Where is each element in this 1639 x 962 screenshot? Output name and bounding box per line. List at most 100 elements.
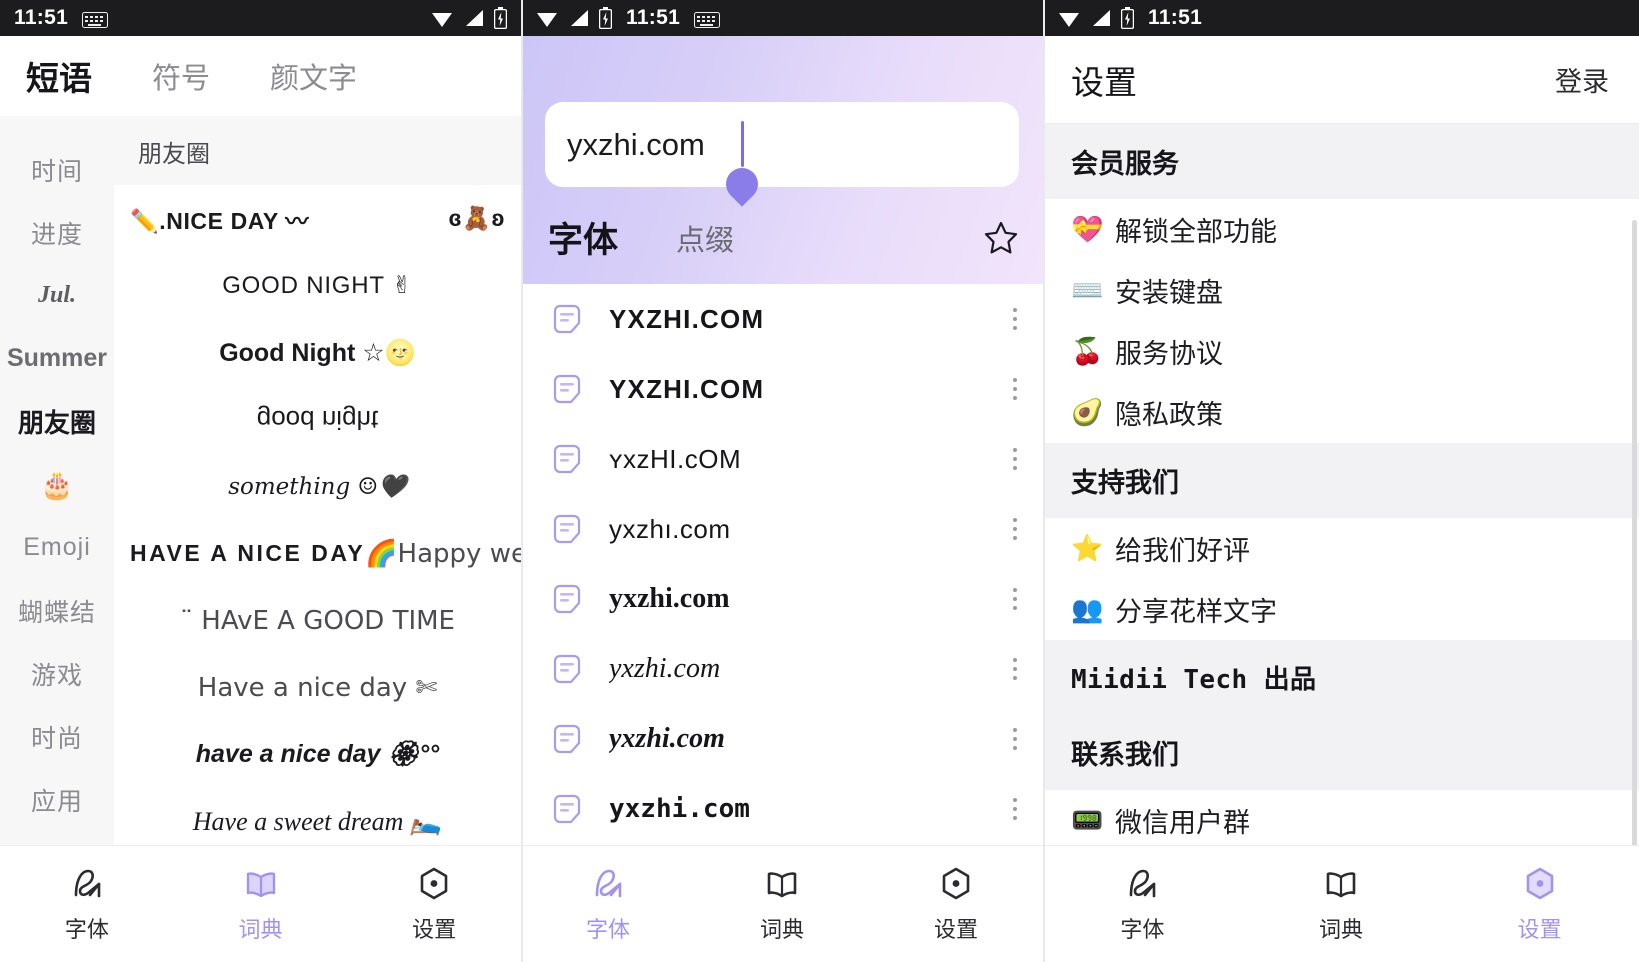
list-item[interactable]: YXZHI.COM bbox=[521, 354, 1043, 424]
settings-item-privacy[interactable]: 🥑 隐私政策 bbox=[1043, 382, 1639, 443]
list-item[interactable]: yxzhi.com bbox=[521, 774, 1043, 844]
sidebar-item-pengyouquan[interactable]: 朋友圈 bbox=[0, 390, 114, 453]
text-style-icon bbox=[551, 653, 583, 685]
phrase-list: ✏️.NICE DAY 〰 ɞ🧸ʚ GOOD NIGHT ✌ Good Nigh… bbox=[114, 185, 521, 845]
tab-duanyu[interactable]: 短语 bbox=[24, 50, 94, 102]
sidebar-item-yingyong[interactable]: 应用 bbox=[0, 768, 114, 831]
settings-item-rate-us[interactable]: ⭐ 给我们好评 bbox=[1043, 518, 1639, 579]
sidebar-item-cake-icon[interactable]: 🎂 bbox=[0, 453, 114, 516]
settings-group-support: 支持我们 bbox=[1043, 443, 1639, 518]
font-sample-text: YXZHI.COM bbox=[609, 304, 975, 335]
font-sample-text: yxzhı.com bbox=[609, 514, 975, 545]
nav-label: 词典 bbox=[239, 912, 283, 944]
settings-item-install-keyboard[interactable]: ⌨️ 安装键盘 bbox=[1043, 260, 1639, 321]
settings-item-terms[interactable]: 🍒 服务协议 bbox=[1043, 321, 1639, 382]
phrase-text: ✏️.NICE DAY 〰 bbox=[130, 202, 309, 236]
tab-yanwenzi[interactable]: 颜文字 bbox=[268, 53, 359, 99]
sidebar-item-hudiejie[interactable]: 蝴蝶结 bbox=[0, 579, 114, 642]
nav-item-dictionary[interactable]: 词典 bbox=[695, 865, 869, 944]
nav-item-fonts[interactable]: 字体 bbox=[0, 865, 174, 944]
status-bar-a: 11:51 bbox=[0, 0, 521, 36]
gear-hex-icon bbox=[937, 865, 975, 903]
list-item[interactable]: yxzhi.com bbox=[521, 564, 1043, 634]
nav-item-settings[interactable]: 设置 bbox=[1440, 865, 1639, 944]
list-item[interactable]: ¨ HAvE A GOOD TIME bbox=[114, 587, 521, 654]
list-item[interactable]: have a nice day 🏵°° bbox=[114, 721, 521, 788]
settings-item-unlock-all[interactable]: 💝 解锁全部功能 bbox=[1043, 199, 1639, 260]
text-selection-handle[interactable] bbox=[719, 161, 764, 206]
keyboard-icon: ⌨️ bbox=[1071, 275, 1103, 306]
list-item[interactable]: HAVE A NICE DAY 🌈Happy week bbox=[114, 520, 521, 587]
nav-item-settings[interactable]: 设置 bbox=[869, 865, 1043, 944]
settings-group-brand: Miidii Tech 出品 bbox=[1043, 640, 1639, 715]
search-input[interactable]: yxzhi.com bbox=[545, 102, 1019, 187]
book-icon bbox=[1322, 865, 1360, 903]
more-vertical-icon[interactable] bbox=[1001, 518, 1029, 540]
search-wrap: yxzhi.com bbox=[545, 36, 1019, 187]
list-item[interactable]: ✏️.NICE DAY 〰 ɞ🧸ʚ bbox=[114, 185, 521, 252]
nav-item-dictionary[interactable]: 词典 bbox=[1242, 865, 1441, 944]
settings-header: 设置 登录 bbox=[1043, 36, 1639, 124]
sidebar-item-jul[interactable]: Jul. bbox=[0, 264, 114, 327]
more-vertical-icon[interactable] bbox=[1001, 798, 1029, 820]
book-icon bbox=[242, 865, 280, 903]
star-icon: ⭐ bbox=[1071, 533, 1103, 564]
nav-item-fonts[interactable]: 字体 bbox=[521, 865, 695, 944]
sidebar-item-youxi[interactable]: 游戏 bbox=[0, 642, 114, 705]
more-vertical-icon[interactable] bbox=[1001, 588, 1029, 610]
phrases-tab-bar: 短语 符号 颜文字 bbox=[0, 36, 521, 116]
settings-body: 会员服务 💝 解锁全部功能 ⌨️ 安装键盘 🍒 服务协议 🥑 隐私政策 支持我们… bbox=[1043, 124, 1639, 845]
font-sample-text: yxzhi.com bbox=[609, 794, 975, 824]
text-style-icon bbox=[551, 723, 583, 755]
more-vertical-icon[interactable] bbox=[1001, 658, 1029, 680]
tab-ziti[interactable]: 字体 bbox=[545, 211, 621, 264]
text-style-icon bbox=[551, 513, 583, 545]
phrases-section-title: 朋友圈 bbox=[114, 116, 521, 185]
bottom-nav-a: 字体 词典 设置 bbox=[0, 845, 521, 962]
panel-settings: 11:51 设置 登录 会员服务 💝 解锁全部功能 ⌨️ 安装键盘 🍒 服务协议… bbox=[1043, 0, 1639, 962]
panel-phrases: 11:51 短语 符号 颜文字 时间 bbox=[0, 0, 521, 962]
tab-fuhao[interactable]: 符号 bbox=[150, 53, 212, 99]
list-item[interactable]: YXZHI.COM bbox=[521, 284, 1043, 354]
fonts-tab-bar: 字体 点缀 bbox=[545, 211, 1019, 264]
more-vertical-icon[interactable] bbox=[1001, 728, 1029, 750]
more-vertical-icon[interactable] bbox=[1001, 308, 1029, 330]
sidebar-item-jindu[interactable]: 进度 bbox=[0, 201, 114, 264]
nav-label: 字体 bbox=[65, 912, 109, 944]
tab-dianzhui[interactable]: 点缀 bbox=[673, 216, 737, 260]
list-item[interactable]: Good Night ☆🌝 bbox=[114, 319, 521, 386]
nav-item-fonts[interactable]: 字体 bbox=[1043, 865, 1242, 944]
sidebar-item-shijian[interactable]: 时间 bbox=[0, 138, 114, 201]
text-style-icon bbox=[551, 793, 583, 825]
list-item[interactable]: yxzhi.com bbox=[521, 634, 1043, 704]
nav-item-settings[interactable]: 设置 bbox=[347, 865, 521, 944]
list-item[interactable]: yxzhi.com bbox=[521, 704, 1043, 774]
more-vertical-icon[interactable] bbox=[1001, 448, 1029, 470]
nav-item-dictionary[interactable]: 词典 bbox=[174, 865, 348, 944]
list-item[interactable]: Have a sweet dream 🛌 bbox=[114, 788, 521, 845]
settings-item-share[interactable]: 👥 分享花样文字 bbox=[1043, 579, 1639, 640]
sidebar-item-summer[interactable]: Summer bbox=[0, 327, 114, 390]
list-item[interactable]: good night bbox=[114, 386, 521, 453]
list-item[interactable]: something ☺🖤 bbox=[114, 453, 521, 520]
list-item[interactable]: GOOD NIGHT ✌ bbox=[114, 252, 521, 319]
more-vertical-icon[interactable] bbox=[1001, 378, 1029, 400]
sidebar-item-shishang[interactable]: 时尚 bbox=[0, 705, 114, 768]
scrollbar[interactable] bbox=[1632, 220, 1637, 845]
avocado-icon: 🥑 bbox=[1071, 397, 1103, 428]
list-item[interactable]: ʏxzHI.cOM bbox=[521, 424, 1043, 494]
list-item[interactable]: Have a nice day ✄ bbox=[114, 654, 521, 721]
list-item[interactable]: yxzhı.com bbox=[521, 494, 1043, 564]
signal-icon bbox=[1090, 8, 1112, 28]
settings-item-wechat-group[interactable]: 📟 微信用户群 bbox=[1043, 790, 1639, 845]
font-sample-text: yxzhi.com bbox=[609, 723, 975, 755]
font-a-icon bbox=[589, 865, 627, 903]
status-icons-c bbox=[1057, 7, 1134, 29]
phrase-text: Have a nice day ✄ bbox=[198, 673, 437, 703]
star-outline-icon[interactable] bbox=[983, 220, 1019, 256]
phrase-text: something ☺🖤 bbox=[228, 473, 407, 500]
sidebar-item-emoji[interactable]: Emoji bbox=[0, 516, 114, 579]
text-style-icon bbox=[551, 303, 583, 335]
search-value: yxzhi.com bbox=[567, 127, 705, 163]
login-button[interactable]: 登录 bbox=[1555, 60, 1609, 99]
